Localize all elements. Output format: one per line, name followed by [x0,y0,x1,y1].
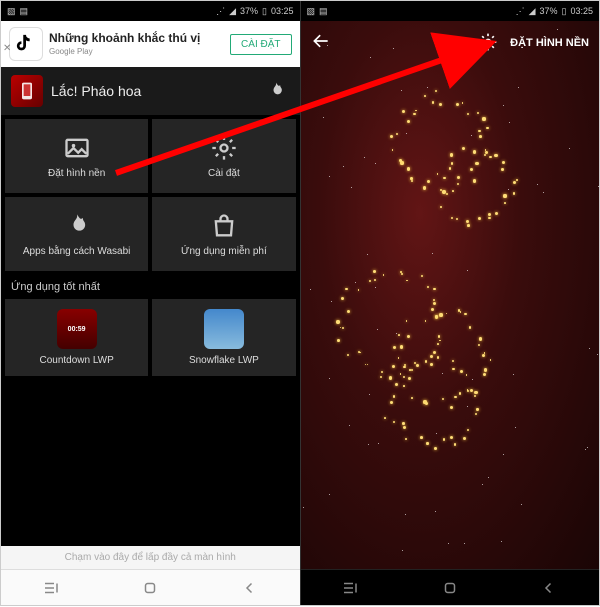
status-bar-left: ▧ ▤ ⋰ ◢ 37% ▯ 03:25 [1,1,300,21]
ad-banner[interactable]: ✕ Những khoảnh khắc thú vị Google Play C… [1,21,300,67]
signal-icon: ◢ [529,6,536,17]
notif-icon: ▧ [7,6,16,17]
nav-back-button[interactable] [537,576,561,600]
nav-bar [1,569,300,605]
notif-icon: ▧ [307,6,316,17]
nav-bar [301,569,600,605]
clock-text: 03:25 [570,6,593,16]
nav-home-button[interactable] [138,576,162,600]
wifi-icon: ⋰ [516,6,525,17]
notif-icon: ▤ [319,6,328,17]
wallpaper-preview[interactable]: ĐẶT HÌNH NỀN [301,21,600,569]
tile-label: Ứng dụng miễn phí [181,246,267,257]
tile-free-apps[interactable]: Ứng dụng miễn phí [152,197,295,271]
app-title: Lắc! Pháo hoa [51,83,254,99]
nav-home-button[interactable] [438,576,462,600]
tile-wasabi-apps[interactable]: Apps bằng cách Wasabi [5,197,148,271]
app-card-label: Snowflake LWP [189,355,259,366]
flame-button[interactable] [262,77,290,105]
battery-text: 37% [240,6,258,16]
ad-source: Google Play [49,47,224,56]
set-wallpaper-button[interactable]: ĐẶT HÌNH NỀN [510,37,589,49]
ad-title: Những khoảnh khắc thú vị [49,32,224,46]
tile-settings[interactable]: Cài đặt [152,119,295,193]
app-icon [11,75,43,107]
back-button[interactable] [311,31,335,55]
tile-label: Apps bằng cách Wasabi [23,246,130,257]
fill-screen-hint[interactable]: Chạm vào đây để lấp đầy cả màn hình [1,546,300,569]
nav-recent-button[interactable] [39,576,63,600]
app-thumb [204,309,244,349]
battery-icon: ▯ [562,6,567,17]
section-title-best: Ứng dụng tốt nhất [1,275,300,299]
notif-icon: ▤ [20,6,29,17]
nav-back-button[interactable] [238,576,262,600]
tile-set-wallpaper[interactable]: Đặt hình nền [5,119,148,193]
app-card-snowflake[interactable]: Snowflake LWP [152,299,295,376]
tile-label: Đặt hình nền [48,168,105,179]
tile-label: Cài đặt [208,168,240,179]
nav-recent-button[interactable] [338,576,362,600]
ad-close-icon[interactable]: ✕ [3,43,15,55]
app-card-label: Countdown LWP [39,355,113,366]
signal-icon: ◢ [229,6,236,17]
ad-install-button[interactable]: CÀI ĐẶT [230,34,291,55]
app-thumb: 00:59 [57,309,97,349]
status-bar-right: ▧ ▤ ⋰ ◢ 37% ▯ 03:25 [301,1,600,21]
battery-text: 37% [540,6,558,16]
wifi-icon: ⋰ [216,6,225,17]
gear-icon[interactable] [478,32,500,54]
app-header: Lắc! Pháo hoa [1,67,300,115]
battery-icon: ▯ [262,6,267,17]
app-card-countdown[interactable]: 00:59 Countdown LWP [5,299,148,376]
clock-text: 03:25 [271,6,294,16]
